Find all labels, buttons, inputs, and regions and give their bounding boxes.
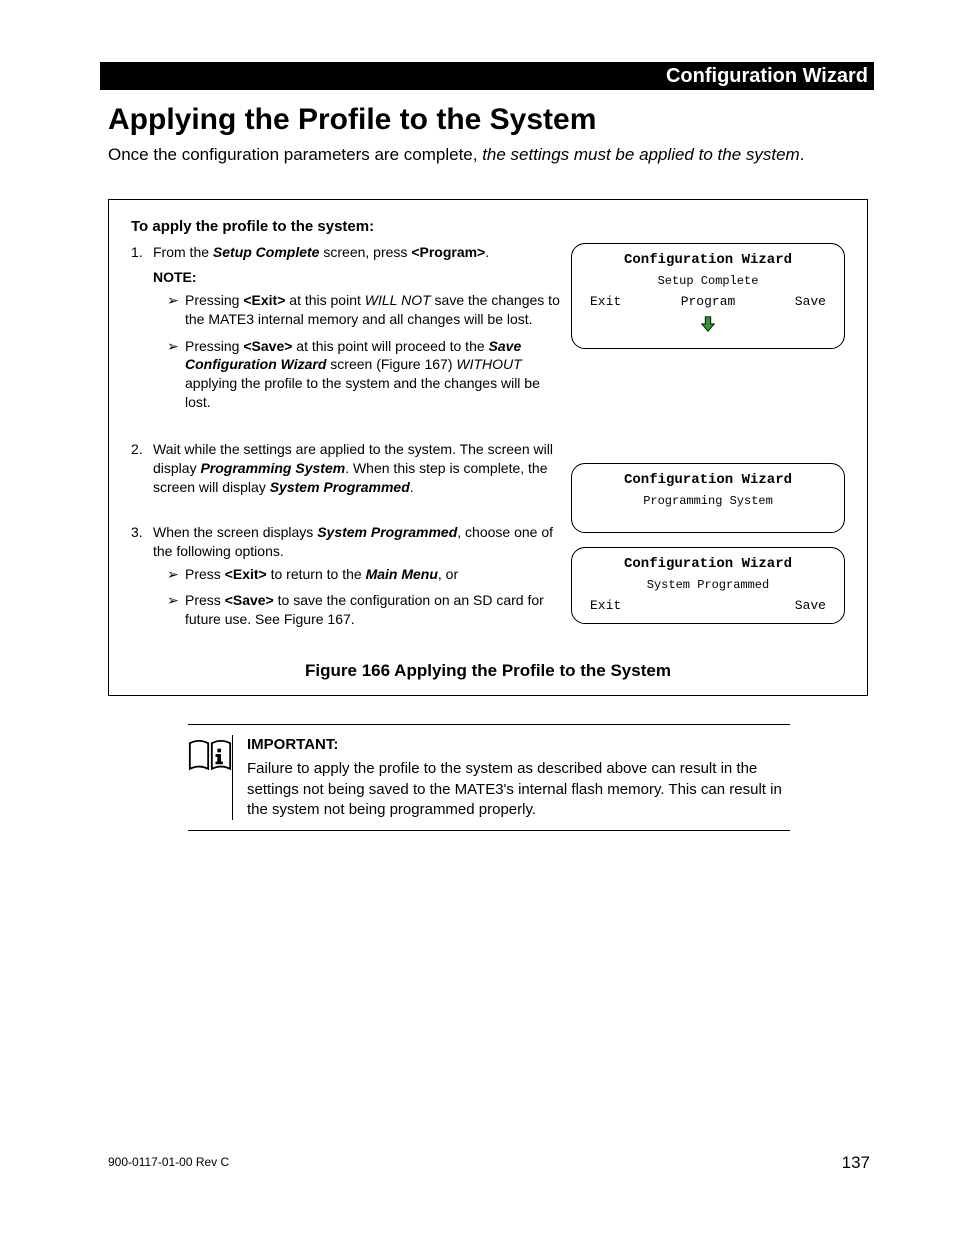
t: <Save> [243, 338, 292, 354]
t: WITHOUT [456, 356, 521, 372]
t: screen, press [319, 244, 411, 260]
option-bullet-1: ➢ Press <Exit> to return to the Main Men… [167, 565, 561, 584]
t: at this point [285, 292, 364, 308]
bullet-icon: ➢ [167, 591, 185, 629]
t: . [410, 479, 414, 495]
t: Pressing [185, 292, 243, 308]
important-body: Failure to apply the profile to the syst… [247, 759, 790, 820]
info-book-icon [188, 735, 233, 820]
bullet-icon: ➢ [167, 565, 185, 584]
t: Main Menu [366, 566, 438, 582]
t: to return to the [267, 566, 366, 582]
t: WILL NOT [365, 292, 431, 308]
note-bullet-1: ➢ Pressing <Exit> at this point WILL NOT… [167, 291, 561, 329]
screen-programming-system: Configuration Wizard Programming System [571, 463, 845, 533]
screen-btn-save: Save [795, 294, 826, 309]
t: From the [153, 244, 213, 260]
t: When the screen displays [153, 524, 317, 540]
t: System Programmed [317, 524, 457, 540]
screen-title: Configuration Wizard [582, 556, 834, 572]
step-number: 2. [131, 440, 153, 497]
important-text: IMPORTANT: Failure to apply the profile … [247, 735, 790, 820]
t: <Program> [411, 244, 485, 260]
t: System Programmed [270, 479, 410, 495]
t: at this point will proceed to the [292, 338, 488, 354]
t: applying the profile to the system and t… [185, 375, 540, 410]
arrow-down-icon [699, 315, 717, 338]
t: <Exit> [243, 292, 285, 308]
screen-system-programmed: Configuration Wizard System Programmed E… [571, 547, 845, 624]
step-1: 1. From the Setup Complete screen, press… [131, 243, 561, 420]
figure-caption: Figure 166 Applying the Profile to the S… [131, 661, 845, 681]
screen-btn-exit: Exit [590, 598, 621, 613]
screen-setup-complete: Configuration Wizard Setup Complete Exit… [571, 243, 845, 349]
screen-title: Configuration Wizard [582, 472, 834, 488]
t: Setup Complete [213, 244, 320, 260]
step-number: 3. [131, 523, 153, 637]
t: , or [438, 566, 458, 582]
step-3: 3. When the screen displays System Progr… [131, 523, 561, 637]
instructions-heading: To apply the profile to the system: [131, 218, 845, 235]
note-bullet-2: ➢ Pressing <Save> at this point will pro… [167, 337, 561, 413]
t: Programming System [200, 460, 345, 476]
t: screen (Figure 167) [326, 356, 456, 372]
screen-btn-save: Save [795, 598, 826, 613]
important-label: IMPORTANT: [247, 735, 790, 755]
step-number: 1. [131, 243, 153, 420]
screen-subtitle: Setup Complete [582, 274, 834, 288]
instructions-text-column: 1. From the Setup Complete screen, press… [131, 243, 561, 639]
footer-revision: 900-0117-01-00 Rev C [108, 1155, 229, 1169]
intro-plain: Once the configuration parameters are co… [108, 145, 482, 164]
note-label: NOTE: [153, 268, 561, 287]
bullet-icon: ➢ [167, 337, 185, 413]
screen-subtitle: Programming System [582, 494, 834, 508]
t: Pressing [185, 338, 243, 354]
t: Press [185, 592, 225, 608]
bullet-icon: ➢ [167, 291, 185, 329]
intro-tail: . [800, 145, 805, 164]
step-2: 2. Wait while the settings are applied t… [131, 440, 561, 497]
t: . [485, 244, 489, 260]
intro-italic: the settings must be applied to the syst… [482, 145, 800, 164]
screen-btn-program: Program [681, 294, 736, 309]
screen-btn-exit: Exit [590, 294, 621, 309]
screen-title: Configuration Wizard [582, 252, 834, 268]
screens-column: Configuration Wizard Setup Complete Exit… [561, 243, 845, 639]
footer-page-number: 137 [842, 1153, 870, 1173]
t: Press [185, 566, 225, 582]
section-header-text: Configuration Wizard [666, 65, 868, 87]
screen-subtitle: System Programmed [582, 578, 834, 592]
instruction-box: To apply the profile to the system: 1. F… [108, 199, 868, 696]
important-block: IMPORTANT: Failure to apply the profile … [188, 724, 790, 831]
t: <Save> [225, 592, 274, 608]
option-bullet-2: ➢ Press <Save> to save the configuration… [167, 591, 561, 629]
intro-text: Once the configuration parameters are co… [108, 145, 804, 165]
page-title: Applying the Profile to the System [108, 103, 596, 137]
section-header: Configuration Wizard [100, 62, 874, 90]
t: <Exit> [225, 566, 267, 582]
